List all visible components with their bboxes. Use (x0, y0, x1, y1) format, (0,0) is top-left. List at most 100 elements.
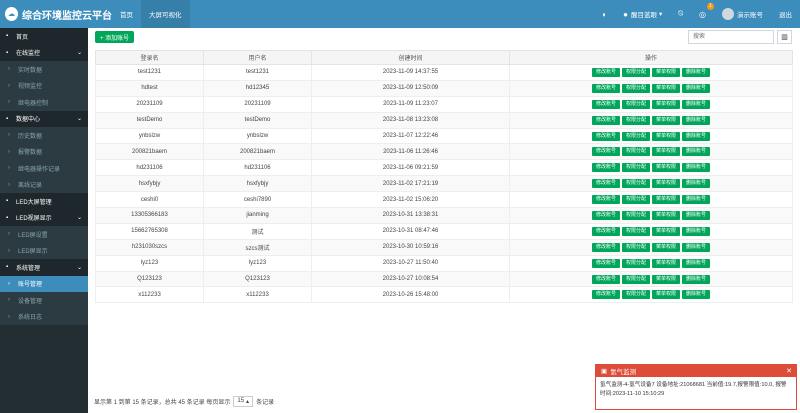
sidebar-item[interactable]: › 系统日志 (0, 308, 88, 325)
sidebar-section[interactable]: ▪ 数据中心 ⌄ (0, 110, 88, 127)
close-icon[interactable]: ✕ (786, 367, 792, 375)
edit-account-button[interactable]: 修改账号 (591, 290, 620, 300)
edit-account-button[interactable]: 修改账号 (591, 67, 620, 77)
assign-permission-button[interactable]: 权限分配 (621, 67, 650, 77)
search-input[interactable] (688, 30, 774, 44)
sidebar-section[interactable]: ▪ LED大屏管理 (0, 193, 88, 210)
sidebar-item[interactable]: › 历史数据 (0, 127, 88, 144)
column-header[interactable]: 用户名 (203, 50, 312, 65)
menu-permission-button[interactable]: 菜单权限 (652, 115, 681, 125)
add-account-button[interactable]: + 添加账号 (95, 31, 135, 43)
menu-permission-button[interactable]: 菜单权限 (652, 179, 681, 189)
delete-account-button[interactable]: 删除账号 (682, 99, 711, 109)
delete-account-button[interactable]: 删除账号 (682, 274, 711, 284)
edit-account-button[interactable]: 修改账号 (591, 99, 620, 109)
top-nav-item[interactable]: 首页 (112, 0, 141, 28)
delete-account-button[interactable]: 删除账号 (682, 258, 711, 268)
edit-account-button[interactable]: 修改账号 (591, 226, 620, 236)
delete-account-button[interactable]: 删除账号 (682, 290, 711, 300)
assign-permission-button[interactable]: 权限分配 (621, 258, 650, 268)
edit-account-button[interactable]: 修改账号 (591, 131, 620, 141)
menu-permission-button[interactable]: 菜单权限 (652, 147, 681, 157)
delete-account-button[interactable]: 删除账号 (682, 242, 711, 252)
sidebar-item[interactable]: › 视频监控 (0, 77, 88, 94)
logout-button[interactable]: 退出 (771, 0, 800, 28)
notification-button[interactable]: ◎ 1 (691, 0, 714, 28)
edit-account-button[interactable]: 修改账号 (591, 210, 620, 220)
brand[interactable]: ☁ 综合环境监控云平台 (0, 0, 112, 28)
theme-select[interactable]: ● 醒目蓝眼 ▾ (615, 0, 670, 28)
assign-permission-button[interactable]: 权限分配 (621, 274, 650, 284)
delete-account-button[interactable]: 删除账号 (682, 67, 711, 77)
menu-permission-button[interactable]: 菜单权限 (652, 210, 681, 220)
edit-account-button[interactable]: 修改账号 (591, 179, 620, 189)
menu-permission-button[interactable]: 菜单权限 (652, 163, 681, 173)
delete-account-button[interactable]: 删除账号 (682, 83, 711, 93)
sidebar-item[interactable]: › 继电器操作记录 (0, 160, 88, 177)
sidebar-item[interactable]: › 报警数据 (0, 143, 88, 160)
menu-permission-button[interactable]: 菜单权限 (652, 274, 681, 284)
menu-permission-button[interactable]: 菜单权限 (652, 226, 681, 236)
sidebar-item[interactable]: › LED屏显示 (0, 242, 88, 259)
delete-account-button[interactable]: 删除账号 (682, 179, 711, 189)
delete-account-button[interactable]: 删除账号 (682, 163, 711, 173)
assign-permission-button[interactable]: 权限分配 (621, 99, 650, 109)
user-menu[interactable]: 演示账号 (714, 0, 771, 28)
assign-permission-button[interactable]: 权限分配 (621, 163, 650, 173)
assign-permission-button[interactable]: 权限分配 (621, 195, 650, 205)
sidebar-section[interactable]: ▪ 首页 (0, 28, 88, 45)
sidebar-section[interactable]: ▪ LED视屏显示 ⌄ (0, 209, 88, 226)
top-nav-item[interactable]: 大屏可视化 (141, 0, 190, 28)
delete-account-button[interactable]: 删除账号 (682, 226, 711, 236)
assign-permission-button[interactable]: 权限分配 (621, 179, 650, 189)
assign-permission-button[interactable]: 权限分配 (621, 83, 650, 93)
menu-permission-button[interactable]: 菜单权限 (652, 195, 681, 205)
assign-permission-button[interactable]: 权限分配 (621, 147, 650, 157)
sidebar-label: LED屏显示 (18, 249, 48, 256)
edit-account-button[interactable]: 修改账号 (591, 115, 620, 125)
edit-account-button[interactable]: 修改账号 (591, 83, 620, 93)
sidebar-section[interactable]: ▪ 系统管理 ⌄ (0, 259, 88, 276)
delete-account-button[interactable]: 删除账号 (682, 147, 711, 157)
delete-account-button[interactable]: 删除账号 (682, 131, 711, 141)
edit-account-button[interactable]: 修改账号 (591, 147, 620, 157)
delete-account-button[interactable]: 删除账号 (682, 210, 711, 220)
columns-toggle-button[interactable]: ▥ (777, 30, 792, 44)
column-header[interactable]: 操作 (509, 50, 793, 65)
assign-permission-button[interactable]: 权限分配 (621, 226, 650, 236)
edit-account-button[interactable]: 修改账号 (591, 258, 620, 268)
menu-permission-button[interactable]: 菜单权限 (652, 67, 681, 77)
sidebar-item[interactable]: › 实时数据 (0, 61, 88, 78)
login-name-cell: lyz123 (95, 254, 204, 272)
assign-permission-button[interactable]: 权限分配 (621, 115, 650, 125)
column-header[interactable]: 创建时间 (311, 50, 510, 65)
edit-account-button[interactable]: 修改账号 (591, 274, 620, 284)
theme-switch-button[interactable]: ◐ (594, 0, 615, 28)
created-time-cell: 2023-11-06 11:26:46 (311, 143, 510, 161)
sidebar-item[interactable]: › 设备管理 (0, 292, 88, 309)
bell-off-button[interactable]: ⍉ (670, 0, 691, 28)
assign-permission-button[interactable]: 权限分配 (621, 290, 650, 300)
assign-permission-button[interactable]: 权限分配 (621, 131, 650, 141)
edit-account-button[interactable]: 修改账号 (591, 195, 620, 205)
edit-account-button[interactable]: 修改账号 (591, 163, 620, 173)
menu-permission-button[interactable]: 菜单权限 (652, 83, 681, 93)
delete-account-button[interactable]: 删除账号 (682, 195, 711, 205)
menu-permission-button[interactable]: 菜单权限 (652, 258, 681, 268)
sidebar-item[interactable]: › 离线记录 (0, 176, 88, 193)
menu-permission-button[interactable]: 菜单权限 (652, 131, 681, 141)
sidebar-item[interactable]: › LED屏设置 (0, 226, 88, 243)
sidebar-item[interactable]: › 继电器控制 (0, 94, 88, 111)
edit-account-button[interactable]: 修改账号 (591, 242, 620, 252)
assign-permission-button[interactable]: 权限分配 (621, 242, 650, 252)
menu-permission-button[interactable]: 菜单权限 (652, 242, 681, 252)
menu-permission-button[interactable]: 菜单权限 (652, 290, 681, 300)
menu-permission-button[interactable]: 菜单权限 (652, 99, 681, 109)
column-header[interactable]: 登录名 (95, 50, 204, 65)
delete-account-button[interactable]: 删除账号 (682, 115, 711, 125)
page-size-select[interactable]: 15 ▴ (233, 395, 254, 407)
sidebar-item[interactable]: › 账号管理 (0, 275, 88, 292)
sidebar-label: 离线记录 (18, 183, 43, 190)
assign-permission-button[interactable]: 权限分配 (621, 210, 650, 220)
sidebar-section[interactable]: ▪ 在线监控 ⌄ (0, 44, 88, 61)
